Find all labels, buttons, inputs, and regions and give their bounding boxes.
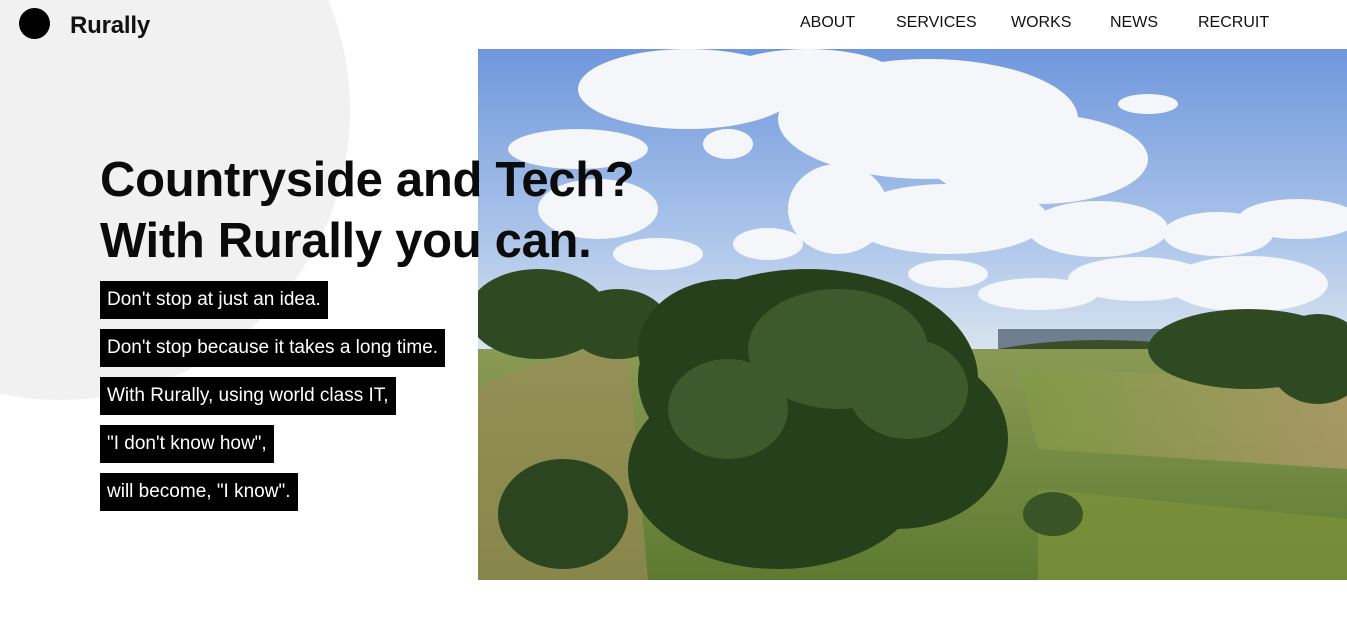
tagline-item: Don't stop because it takes a long time. xyxy=(100,329,446,367)
landscape-illustration xyxy=(478,49,1347,580)
hero-headline: Countryside and Tech? With Rurally you c… xyxy=(100,150,635,272)
headline-line-1: Countryside and Tech? xyxy=(100,153,635,207)
brand-name[interactable]: Rurally xyxy=(70,11,150,41)
page: Rurally ABOUT SERVICES WORKS NEWS RECRUI… xyxy=(0,0,1347,624)
nav-works[interactable]: WORKS xyxy=(1011,13,1071,33)
nav-recruit[interactable]: RECRUIT xyxy=(1198,13,1269,33)
tagline-item: Don't stop at just an idea. xyxy=(100,281,328,319)
headline-line-2: With Rurally you can. xyxy=(100,214,592,268)
logo-icon[interactable] xyxy=(19,8,50,39)
nav-services[interactable]: SERVICES xyxy=(896,13,977,33)
tagline-item: will become, "I know". xyxy=(100,473,298,511)
tagline-item: "I don't know how", xyxy=(100,425,274,463)
nav-news[interactable]: NEWS xyxy=(1110,13,1158,33)
nav-about[interactable]: ABOUT xyxy=(800,13,855,33)
tagline-item: With Rurally, using world class IT, xyxy=(100,377,396,415)
tagline-list: Don't stop at just an idea. Don't stop b… xyxy=(100,281,446,521)
hero-landscape-image xyxy=(478,49,1347,580)
